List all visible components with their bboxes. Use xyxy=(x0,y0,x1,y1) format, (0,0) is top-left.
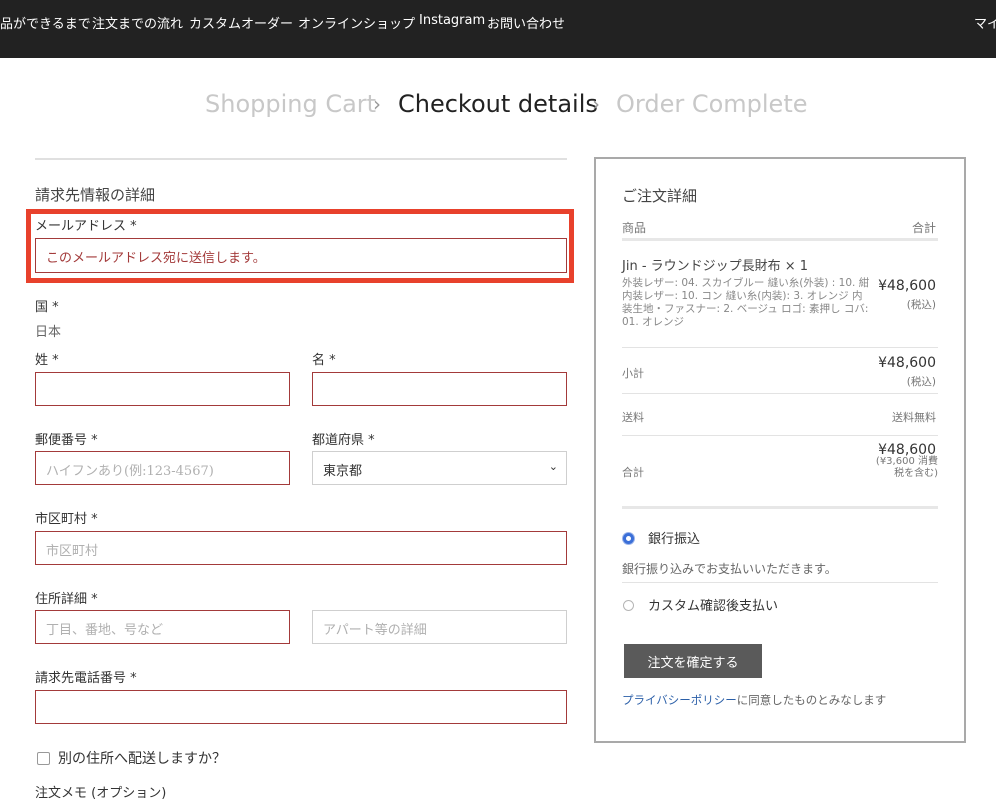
privacy-policy-link[interactable]: プライバシーポリシー xyxy=(622,693,737,707)
nav-item-contact[interactable]: お問い合わせ xyxy=(487,13,565,32)
chevron-down-icon: ⌄ xyxy=(548,460,558,473)
billing-section-title: 請求先情報の詳細 xyxy=(35,186,156,204)
order-notes-label: 注文メモ (オプション) xyxy=(35,786,167,801)
email-label: メールアドレス * xyxy=(35,219,137,234)
divider xyxy=(35,158,567,160)
order-summary-panel: ご注文詳細 商品 合計 Jin - ラウンドジップ長財布 × 1 外装レザー: … xyxy=(594,157,966,743)
ship-different-checkbox[interactable] xyxy=(37,752,50,765)
nav-item-online-shop[interactable]: オンラインショップ xyxy=(298,13,415,32)
step-order-complete: Order Complete xyxy=(616,90,808,118)
prefecture-value: 東京都 xyxy=(323,464,363,479)
last-name-label: 姓 * xyxy=(35,353,59,368)
first-name-input[interactable] xyxy=(312,372,567,406)
prefecture-label: 都道府県 * xyxy=(312,433,375,448)
product-options: 外装レザー: 04. スカイブルー 縫い糸(外装) : 10. 紺 内装レザー:… xyxy=(622,277,870,328)
city-input[interactable]: 市区町村 xyxy=(35,531,567,565)
payment-custom-label[interactable]: カスタム確認後支払い xyxy=(648,595,778,614)
divider xyxy=(622,506,938,509)
product-column-header: 商品 xyxy=(622,221,647,235)
nav-item-my-account[interactable]: マイ xyxy=(974,13,996,32)
divider xyxy=(622,347,938,348)
divider xyxy=(622,582,938,583)
phone-input[interactable] xyxy=(35,690,567,724)
subtotal-label: 小計 xyxy=(622,367,644,380)
chevron-right-icon: › xyxy=(592,92,600,116)
divider xyxy=(622,238,938,241)
chevron-right-icon: › xyxy=(373,92,381,116)
subtotal-tax-note: (税込) xyxy=(906,376,936,388)
email-input[interactable]: このメールアドレス宛に送信します。 xyxy=(35,238,567,273)
postcode-label: 郵便番号 * xyxy=(35,433,98,448)
divider xyxy=(622,435,938,436)
subtotal-value: ¥48,600 xyxy=(878,355,936,371)
place-order-button[interactable]: 注文を確定する xyxy=(624,644,762,678)
shipping-label: 送料 xyxy=(622,411,644,424)
last-name-input[interactable] xyxy=(35,372,290,406)
city-label: 市区町村 * xyxy=(35,512,98,527)
nav-item-instagram[interactable]: Instagram xyxy=(419,13,485,28)
total-column-header: 合計 xyxy=(911,221,936,235)
phone-label: 請求先電話番号 * xyxy=(35,671,137,686)
step-shopping-cart[interactable]: Shopping Cart xyxy=(205,90,376,118)
ship-different-label[interactable]: 別の住所へ配送しますか？ xyxy=(58,748,226,768)
postcode-input[interactable]: ハイフンあり(例:123-4567) xyxy=(35,451,290,485)
nav-item-order-flow[interactable]: 注文までの流れ xyxy=(92,13,183,32)
payment-bank-label[interactable]: 銀行振込 xyxy=(648,528,700,547)
address-label: 住所詳細 * xyxy=(35,592,98,607)
nav-item-custom-order[interactable]: カスタムオーダー xyxy=(189,13,293,32)
privacy-notice: プライバシーポリシーに同意したものとみなします xyxy=(622,692,886,708)
divider xyxy=(622,393,938,394)
checkout-steps: Shopping Cart › Checkout details › Order… xyxy=(0,90,996,122)
product-price: ¥48,600 xyxy=(878,278,936,294)
total-label: 合計 xyxy=(622,466,644,479)
address-line1-input[interactable]: 丁目、番地、号など xyxy=(35,610,290,644)
nav-item-making[interactable]: 品ができるまで xyxy=(0,13,91,32)
payment-bank-description: 銀行振り込みでお支払いいただきます。 xyxy=(622,562,837,576)
product-name: Jin - ラウンドジップ長財布 × 1 xyxy=(622,259,809,274)
address-line2-input[interactable]: アパート等の詳細 xyxy=(312,610,567,644)
total-tax-note: (¥3,600 消費税を含む) xyxy=(875,456,938,479)
payment-custom-radio[interactable] xyxy=(623,600,634,611)
country-label: 国 * xyxy=(35,300,59,315)
first-name-label: 名 * xyxy=(312,353,336,368)
order-summary-title: ご注文詳細 xyxy=(622,187,698,205)
product-tax-note: (税込) xyxy=(906,299,936,311)
shipping-value: 送料無料 xyxy=(892,411,936,424)
prefecture-select[interactable]: 東京都 ⌄ xyxy=(312,451,567,485)
top-nav-bar: 品ができるまで 注文までの流れ カスタムオーダー オンラインショップ Insta… xyxy=(0,0,996,58)
privacy-notice-text: に同意したものとみなします xyxy=(736,693,887,707)
payment-bank-radio[interactable] xyxy=(623,533,634,544)
step-checkout-details: Checkout details xyxy=(398,90,598,118)
country-value: 日本 xyxy=(35,325,62,340)
